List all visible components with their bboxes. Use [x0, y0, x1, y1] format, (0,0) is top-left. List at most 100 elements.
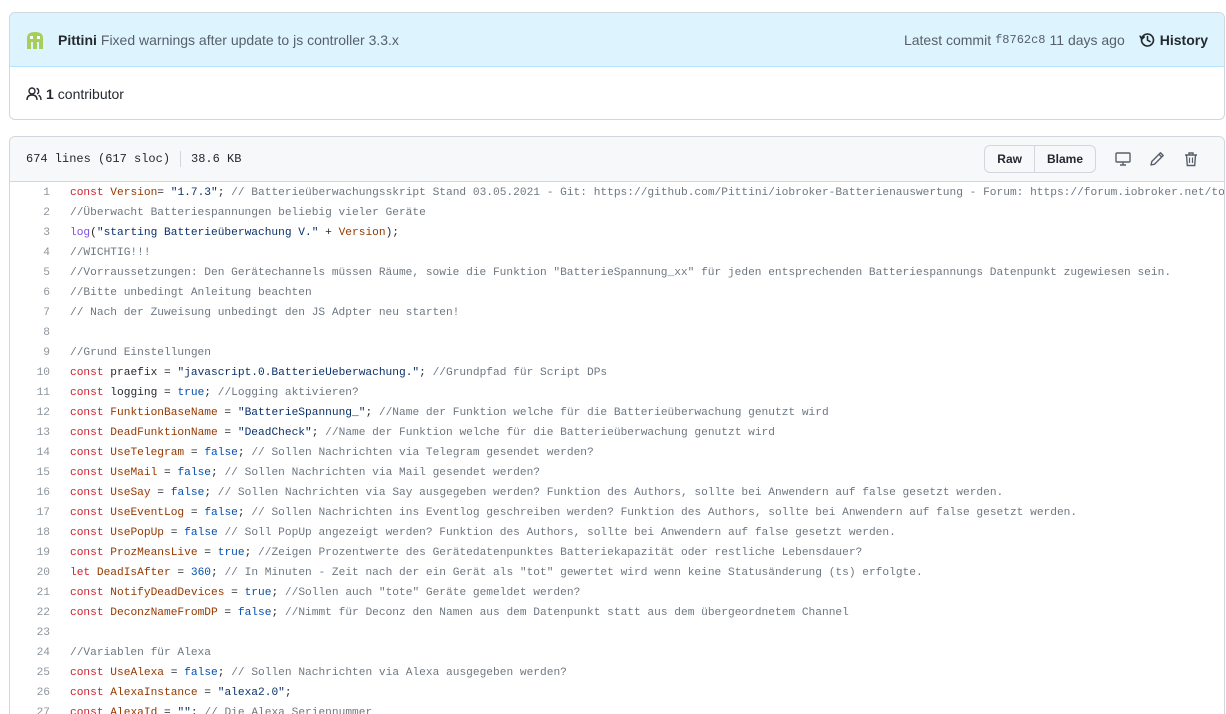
- blame-button[interactable]: Blame: [1034, 145, 1096, 173]
- code-token: //Name der Funktion welche für die Batte…: [325, 427, 775, 439]
- line-content: // Nach der Zuweisung unbedingt den JS A…: [50, 307, 459, 319]
- line-number[interactable]: 21: [10, 587, 50, 599]
- line-number[interactable]: 4: [10, 247, 50, 259]
- code-token: );: [385, 227, 400, 239]
- line-content: //Variablen für Alexa: [50, 647, 211, 659]
- line-number[interactable]: 13: [10, 427, 50, 439]
- code-token: =: [164, 527, 185, 539]
- code-token: +: [318, 227, 339, 239]
- code-token: AlexaId: [110, 707, 158, 714]
- line-number[interactable]: 12: [10, 407, 50, 419]
- line-number[interactable]: 20: [10, 567, 50, 579]
- line-content: const ProzMeansLive = true; //Zeigen Pro…: [50, 547, 862, 559]
- code-line: 22 const DeconzNameFromDP = false; //Nimm…: [10, 603, 1224, 623]
- line-number[interactable]: 11: [10, 387, 50, 399]
- line-number[interactable]: 22: [10, 607, 50, 619]
- code-token: //Vorraussetzungen: Den Gerätechannels m…: [70, 267, 1172, 279]
- code-line: 27 const AlexaId = ""; // Die Alexa Serie…: [10, 703, 1224, 714]
- line-number[interactable]: 26: [10, 687, 50, 699]
- contributor-label: contributor: [57, 85, 124, 102]
- code-token: =: [217, 407, 238, 419]
- code-line: 2 //Überwacht Batteriespannungen beliebig…: [10, 203, 1224, 223]
- contributors-row[interactable]: 1 contributor: [10, 67, 1224, 119]
- desktop-icon[interactable]: [1106, 145, 1140, 173]
- code-line: 1 const Version= "1.7.3"; // Batterieüber…: [10, 183, 1224, 203]
- line-content: //WICHTIG!!!: [50, 247, 151, 259]
- code-token: ;: [271, 587, 285, 599]
- line-number[interactable]: 18: [10, 527, 50, 539]
- code-token: const: [70, 447, 111, 459]
- commit-sha[interactable]: f8762c8: [995, 33, 1045, 47]
- code-line: 12 const FunktionBaseName = "BatterieSpan…: [10, 403, 1224, 423]
- latest-commit-box: Pittini Fixed warnings after update to j…: [9, 12, 1225, 120]
- code-line: 18 const UsePopUp = false // Soll PopUp a…: [10, 523, 1224, 543]
- line-number[interactable]: 10: [10, 367, 50, 379]
- line-content: const praefix = "javascript.0.BatterieUe…: [50, 367, 607, 379]
- code-token: const: [70, 407, 111, 419]
- code-token: ;: [217, 667, 232, 679]
- line-number[interactable]: 6: [10, 287, 50, 299]
- code-token: false: [204, 447, 238, 459]
- code-line: 23: [10, 623, 1224, 643]
- code-token: const: [70, 587, 111, 599]
- line-number[interactable]: 2: [10, 207, 50, 219]
- trash-icon[interactable]: [1174, 145, 1208, 173]
- code-token: true: [177, 387, 205, 399]
- code-token: false: [184, 527, 218, 539]
- code-token: Version: [338, 227, 386, 239]
- code-token: =: [217, 607, 238, 619]
- code-line: 7 // Nach der Zuweisung unbedingt den JS …: [10, 303, 1224, 323]
- raw-button[interactable]: Raw: [984, 145, 1035, 173]
- line-number[interactable]: 25: [10, 667, 50, 679]
- code-token: (: [90, 227, 97, 239]
- author-avatar[interactable]: [24, 28, 46, 51]
- history-link[interactable]: History: [1139, 32, 1208, 48]
- code-token: //Grundpfad für Script DPs: [432, 367, 608, 379]
- line-content: const DeconzNameFromDP = false; //Nimmt …: [50, 607, 849, 619]
- line-number[interactable]: 3: [10, 227, 50, 239]
- file-header: 674 lines (617 sloc) 38.6 KB Raw Blame: [10, 137, 1224, 182]
- file-viewer: 674 lines (617 sloc) 38.6 KB Raw Blame 1…: [9, 136, 1225, 714]
- code-token: // Sollen Nachrichten via Telegram gesen…: [251, 447, 594, 459]
- line-number[interactable]: 27: [10, 707, 50, 714]
- code-token: const: [70, 487, 111, 499]
- line-number[interactable]: 5: [10, 267, 50, 279]
- code-token: ;: [211, 567, 225, 579]
- code-token: =: [157, 467, 178, 479]
- file-size: 38.6 KB: [191, 152, 242, 166]
- code-token: const: [70, 467, 111, 479]
- line-number[interactable]: 14: [10, 447, 50, 459]
- code-token: const: [70, 427, 111, 439]
- line-content: const Version= "1.7.3"; // Batterieüberw…: [50, 187, 1224, 199]
- code-token: "": [177, 707, 191, 714]
- code-token: const: [70, 387, 111, 399]
- pencil-icon[interactable]: [1140, 145, 1174, 173]
- code-token: =: [150, 487, 171, 499]
- code-token: //Grund Einstellungen: [70, 347, 211, 359]
- code-line: 25 const UseAlexa = false; // Sollen Nach…: [10, 663, 1224, 683]
- line-number[interactable]: 23: [10, 627, 50, 639]
- line-number[interactable]: 17: [10, 507, 50, 519]
- commit-message[interactable]: Fixed warnings after update to js contro…: [101, 32, 399, 48]
- line-number[interactable]: 15: [10, 467, 50, 479]
- line-number[interactable]: 19: [10, 547, 50, 559]
- line-number[interactable]: 7: [10, 307, 50, 319]
- code-line: 14 const UseTelegram = false; // Sollen N…: [10, 443, 1224, 463]
- line-content: let DeadIsAfter = 360; // In Minuten - Z…: [50, 567, 923, 579]
- code-token: // Nach der Zuweisung unbedingt den JS A…: [70, 307, 460, 319]
- line-number[interactable]: 24: [10, 647, 50, 659]
- line-number[interactable]: 1: [10, 187, 50, 199]
- line-number[interactable]: 8: [10, 327, 50, 339]
- code-token: Version: [110, 187, 158, 199]
- code-token: //WICHTIG!!!: [70, 247, 151, 259]
- commit-author[interactable]: Pittini: [58, 32, 97, 48]
- code-token: ;: [204, 487, 218, 499]
- line-content: const FunktionBaseName = "BatterieSpannu…: [50, 407, 829, 419]
- line-number[interactable]: 9: [10, 347, 50, 359]
- code-token: =: [197, 687, 218, 699]
- line-number[interactable]: 16: [10, 487, 50, 499]
- code-view: 1 const Version= "1.7.3"; // Batterieüber…: [10, 182, 1224, 714]
- code-token: ;: [419, 367, 433, 379]
- line-content: const logging = true; //Logging aktivier…: [50, 387, 359, 399]
- code-token: log: [70, 227, 91, 239]
